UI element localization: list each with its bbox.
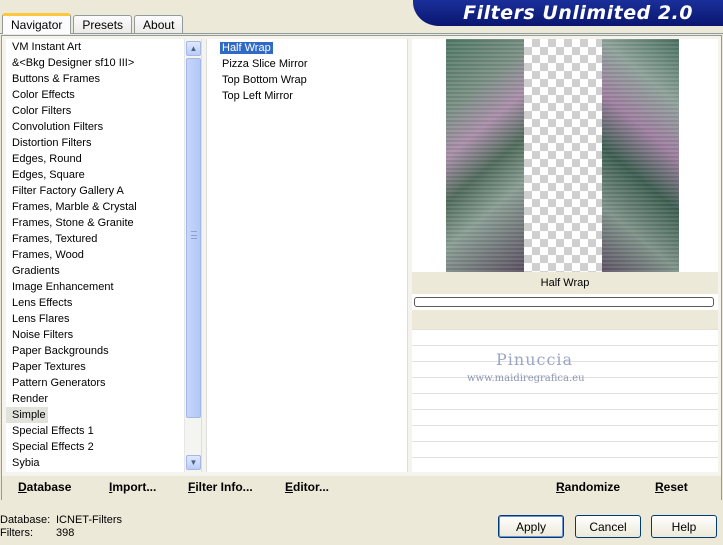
preview-caption: Half Wrap — [540, 277, 590, 289]
category-item[interactable]: VM Instant Art — [6, 39, 186, 55]
preview-left-panel — [446, 39, 524, 272]
category-list: VM Instant Art &<Bkg Designer sf10 III> Bu… — [6, 39, 202, 472]
randomize-link[interactable]: Randomize — [556, 480, 620, 494]
category-item[interactable]: Frames, Wood — [6, 247, 186, 263]
filters-label: Filters: — [0, 527, 33, 539]
tab-about[interactable]: About — [134, 15, 184, 33]
control-row — [412, 426, 718, 442]
cancel-button[interactable]: Cancel — [575, 515, 641, 538]
database-link[interactable]: Database — [18, 480, 71, 494]
preview-area: Half Wrap Pinuccia www.maidiregrafica.eu — [412, 39, 718, 472]
category-item[interactable]: &<Bkg Designer sf10 III> — [6, 55, 186, 71]
filter-item-label: Top Left Mirror — [222, 90, 293, 102]
preview-caption-bar: Half Wrap — [412, 272, 718, 294]
control-row — [412, 394, 718, 410]
filter-info-link[interactable]: Filter Info... — [188, 480, 253, 494]
category-item[interactable]: Frames, Marble & Crystal — [6, 199, 186, 215]
scrollbar-thumb[interactable] — [186, 58, 201, 418]
category-item[interactable]: Paper Textures — [6, 359, 186, 375]
control-row — [412, 310, 718, 330]
category-item[interactable]: Frames, Textured — [6, 231, 186, 247]
filter-item-label: Top Bottom Wrap — [222, 74, 307, 86]
category-item[interactable]: Color Filters — [6, 103, 186, 119]
tab-navigator[interactable]: Navigator — [2, 13, 72, 34]
database-value: ICNET-Filters — [56, 514, 122, 526]
preview-image — [446, 39, 679, 272]
banner-title: Filters Unlimited 2.0 — [463, 2, 693, 24]
database-info: Database: ICNET-Filters Filters: 398 — [0, 514, 122, 540]
filter-controls: Pinuccia www.maidiregrafica.eu — [412, 310, 718, 472]
filter-item[interactable]: Top Left Mirror — [207, 88, 407, 104]
filter-item[interactable]: Half Wrap — [207, 40, 407, 56]
chevron-down-icon[interactable]: ▼ — [186, 455, 201, 470]
category-item[interactable]: Image Enhancement — [6, 279, 186, 295]
category-item[interactable]: Lens Flares — [6, 311, 186, 327]
filters-count: 398 — [56, 527, 75, 539]
tab-presets[interactable]: Presets — [73, 15, 133, 33]
import-link[interactable]: Import... — [109, 480, 156, 494]
category-item[interactable]: Noise Filters — [6, 327, 186, 343]
category-item[interactable]: Frames, Stone & Granite — [6, 215, 186, 231]
chevron-up-icon[interactable]: ▲ — [186, 41, 201, 56]
navigator-panel: VM Instant Art &<Bkg Designer sf10 III> Bu… — [1, 35, 722, 500]
grip-icon — [191, 231, 197, 239]
category-item[interactable]: Convolution Filters — [6, 119, 186, 135]
title-banner: Filters Unlimited 2.0 — [413, 0, 723, 26]
progress-bar — [414, 297, 714, 307]
filter-item-label: Pizza Slice Mirror — [222, 58, 308, 70]
category-item[interactable]: Special Effects 2 — [6, 439, 186, 455]
category-item[interactable]: Simple — [6, 407, 48, 423]
category-items: VM Instant Art &<Bkg Designer sf10 III> Bu… — [6, 39, 186, 472]
control-row — [412, 442, 718, 458]
action-link-bar: Database Import... Filter Info... Editor… — [2, 476, 721, 500]
tab-strip: Navigator Presets About — [2, 13, 185, 34]
database-label: Database: — [0, 514, 51, 526]
preview-transparency — [524, 39, 602, 272]
category-item[interactable]: Edges, Square — [6, 167, 186, 183]
editor-link[interactable]: Editor... — [285, 480, 329, 494]
category-item[interactable]: Paper Backgrounds — [6, 343, 186, 359]
category-item[interactable]: Lens Effects — [6, 295, 186, 311]
reset-link[interactable]: Reset — [655, 480, 688, 494]
preview-right-panel — [602, 39, 679, 272]
category-item[interactable]: Render — [6, 391, 186, 407]
category-item[interactable]: Special Effects 1 — [6, 423, 186, 439]
help-button[interactable]: Help — [651, 515, 717, 538]
watermark-name: Pinuccia — [496, 350, 574, 369]
tab-divider — [0, 33, 723, 34]
category-item[interactable]: Edges, Round — [6, 151, 186, 167]
category-scrollbar[interactable]: ▲ ▼ — [184, 39, 201, 472]
watermark-url: www.maidiregrafica.eu — [467, 373, 585, 384]
control-row — [412, 410, 718, 426]
category-item[interactable]: Pattern Generators — [6, 375, 186, 391]
apply-button[interactable]: Apply — [498, 515, 564, 538]
category-item[interactable]: Distortion Filters — [6, 135, 186, 151]
category-item[interactable]: Sybia — [6, 455, 186, 471]
category-item[interactable]: Gradients — [6, 263, 186, 279]
filter-item[interactable]: Pizza Slice Mirror — [207, 56, 407, 72]
filter-item[interactable]: Top Bottom Wrap — [207, 72, 407, 88]
control-row — [412, 330, 718, 346]
category-item[interactable]: Buttons & Frames — [6, 71, 186, 87]
filter-list: Half Wrap Pizza Slice Mirror Top Bottom Wr… — [206, 39, 408, 472]
category-item[interactable]: Color Effects — [6, 87, 186, 103]
filter-item-label: Half Wrap — [220, 42, 273, 54]
category-item[interactable]: Filter Factory Gallery A — [6, 183, 186, 199]
